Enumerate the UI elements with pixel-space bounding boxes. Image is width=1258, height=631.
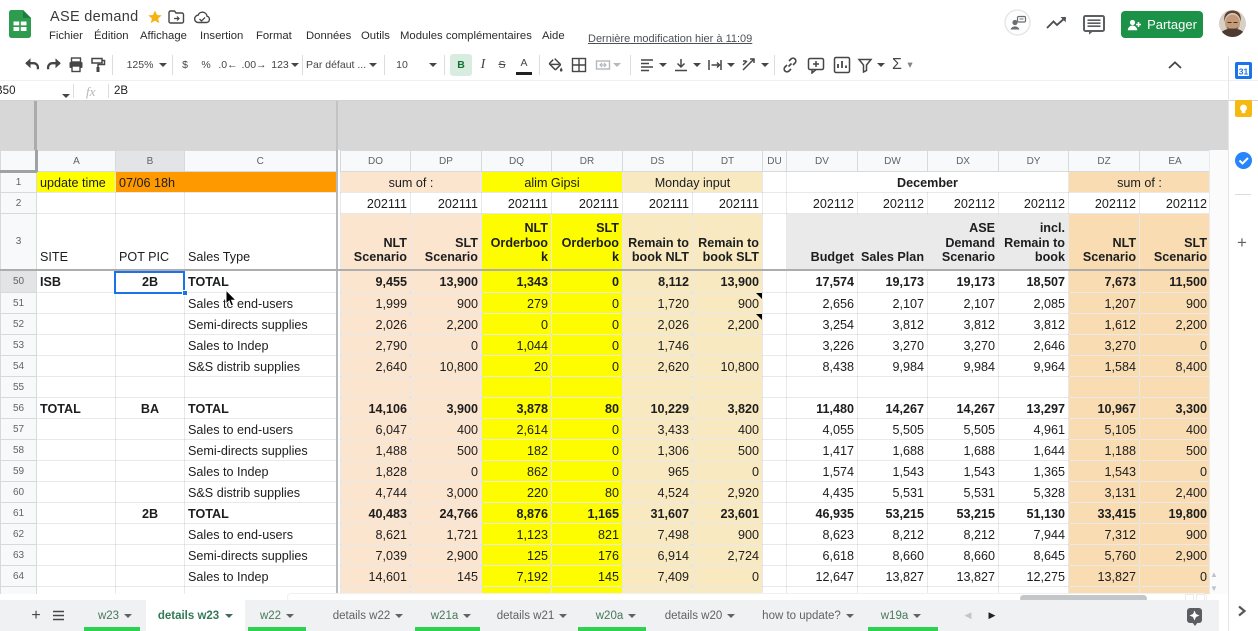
svg-text:31: 31 <box>1239 67 1249 77</box>
